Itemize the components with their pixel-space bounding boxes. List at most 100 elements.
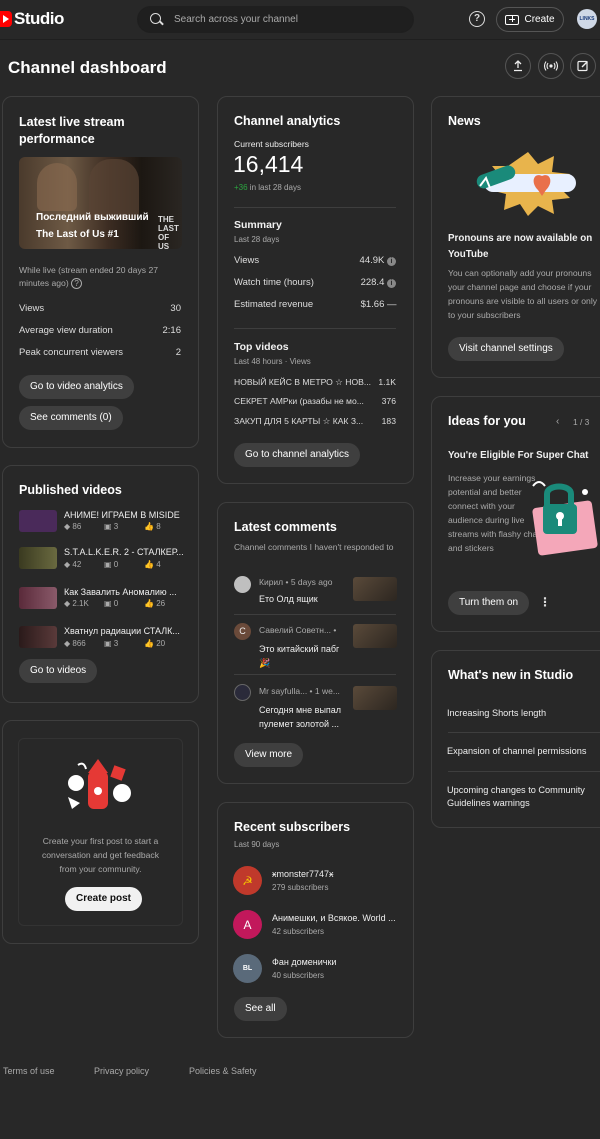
top-video-views: 1.1K [378, 377, 396, 387]
create-post-button[interactable] [570, 53, 596, 79]
go-to-video-analytics-button[interactable]: Go to video analytics [19, 375, 134, 399]
top-video-title: НОВЫЙ КЕЙС В МЕТРО ☆ НОВ... [234, 377, 372, 387]
search-bar[interactable] [137, 6, 414, 33]
top-videos-title: Top videos [234, 341, 289, 353]
top-video-views: 183 [381, 416, 396, 426]
live-icon [543, 61, 559, 71]
latest-comments-subtitle: Channel comments I haven't responded to [234, 542, 394, 552]
youtube-logo-icon [0, 11, 12, 27]
likes-stat: 👍 4 [144, 560, 161, 569]
summary-row[interactable]: Estimated revenue $1.66 — [234, 299, 397, 310]
create-label: Create [524, 14, 555, 25]
video-stats: ◆ 866 ▣ 3 👍 20 [64, 639, 165, 648]
visit-channel-settings-button[interactable]: Visit channel settings [448, 337, 564, 361]
whats-new-item[interactable]: Increasing Shorts length [447, 707, 546, 720]
summary-row[interactable]: Views 44.9K i [234, 255, 396, 266]
subscriber-change: +36 in last 28 days [234, 183, 301, 192]
commenter-avatar [234, 684, 251, 701]
thumbnail-title-ru: Последний выживший [36, 212, 149, 223]
summary-period: Last 28 days [234, 235, 280, 244]
divider [234, 207, 396, 208]
video-title: Хватнул радиации СТАЛК... [64, 626, 180, 636]
chevron-left-icon[interactable]: ‹ [556, 416, 559, 427]
go-live-button[interactable] [538, 53, 564, 79]
character-figure-right [89, 159, 139, 219]
whats-new-item[interactable]: Expansion of channel permissions [447, 745, 586, 758]
subscriber-count-label: 42 subscribers [272, 927, 325, 936]
comments-stat: ▣ 0 [104, 599, 119, 608]
create-post-cta-button[interactable]: Create post [65, 887, 143, 911]
metric-value: 30 [170, 303, 181, 314]
policies-link[interactable]: Policies & Safety [189, 1066, 257, 1076]
video-thumbnail [19, 587, 57, 609]
go-to-videos-button[interactable]: Go to videos [19, 659, 98, 683]
published-videos-title: Published videos [19, 483, 122, 497]
commenter-name: Mr sayfulla... • 1 we... [259, 686, 340, 696]
info-icon: i [387, 257, 396, 266]
page-title: Channel dashboard [8, 58, 167, 77]
subscriber-count-label: 279 subscribers [272, 883, 329, 892]
metric-row: Average view duration 2:16 [19, 325, 181, 336]
subscriber-avatar: A [233, 910, 262, 939]
summary-value-group: 228.4 i [361, 277, 396, 288]
view-count: 42 [72, 560, 82, 569]
video-title: S.T.A.L.K.E.R. 2 - СТАЛКЕР... [64, 547, 184, 557]
metric-value: 2:16 [162, 325, 182, 336]
like-count: 8 [156, 522, 161, 531]
news-headline[interactable]: Pronouns are now available on YouTube [448, 231, 598, 263]
summary-row[interactable]: Watch time (hours) 228.4 i [234, 277, 396, 288]
subscriber-name: Анимешки, и Всякое. World ... [272, 913, 396, 923]
create-post-text: Create your first post to start a conver… [41, 836, 160, 874]
live-stream-thumbnail[interactable]: Последний выживший The Last of Us #1 THE… [19, 157, 182, 249]
view-more-comments-button[interactable]: View more [234, 743, 304, 767]
see-comments-button[interactable]: See comments (0) [19, 406, 123, 430]
terms-link[interactable]: Terms of use [3, 1066, 55, 1076]
summary-label: Views [234, 255, 260, 266]
subscriber-count-label: 40 subscribers [272, 971, 325, 980]
summary-value-group: $1.66 — [361, 299, 397, 310]
latest-comments-title: Latest comments [234, 520, 337, 534]
top-bar: Studio ? Create LINKS LIVE [0, 0, 600, 40]
comment-video-thumbnail [353, 577, 397, 601]
top-video-row[interactable]: НОВЫЙ КЕЙС В МЕТРО ☆ НОВ... 1.1K [234, 377, 396, 388]
privacy-link[interactable]: Privacy policy [94, 1066, 149, 1076]
go-to-channel-analytics-button[interactable]: Go to channel analytics [234, 443, 360, 467]
top-video-row[interactable]: ЗАКУП ДЛЯ 5 КАРТЫ ☆ КАК З... 183 [234, 416, 396, 427]
summary-value: 228.4 [360, 277, 385, 288]
search-icon [148, 12, 174, 27]
character-figure-left [37, 163, 77, 211]
studio-logo[interactable]: Studio [0, 9, 64, 29]
upload-videos-button[interactable] [505, 53, 531, 79]
create-button[interactable]: Create [496, 7, 564, 32]
video-thumbnail [19, 547, 57, 569]
top-video-title: ЗАКУП ДЛЯ 5 КАРТЫ ☆ КАК З... [234, 416, 364, 426]
turn-them-on-button[interactable]: Turn them on [448, 591, 530, 615]
search-input[interactable] [174, 14, 394, 25]
create-video-icon [505, 14, 520, 25]
metric-row: Peak concurrent viewers 2 [19, 347, 181, 358]
commenter-avatar: C [234, 623, 251, 640]
views-stat: ◆ 866 [64, 639, 86, 648]
view-count: 866 [72, 639, 86, 648]
view-count: 86 [72, 522, 82, 531]
summary-value: 44.9K [359, 255, 385, 266]
ideas-headline: You're Eligible For Super Chat [448, 450, 589, 461]
divider [234, 614, 396, 615]
subscriber-change-value: +36 [234, 183, 248, 192]
subscriber-count: 16,414 [233, 151, 304, 177]
whats-new-item[interactable]: Upcoming changes to Community Guidelines… [447, 784, 595, 810]
help-icon[interactable]: ? [469, 11, 485, 27]
summary-value-group: 44.9K i [360, 255, 396, 266]
more-options-icon[interactable]: ⋮ [539, 595, 551, 609]
likes-stat: 👍 26 [144, 599, 166, 608]
metric-label: Views [19, 303, 45, 314]
top-video-row[interactable]: СЕКРЕТ АМРки (разабы не мо... 376 [234, 396, 396, 406]
help-circle-icon[interactable]: ? [71, 278, 83, 290]
account-avatar[interactable]: LINKS LIVE [577, 9, 597, 29]
see-all-subscribers-button[interactable]: See all [234, 997, 287, 1021]
metric-row: Views 30 [19, 303, 181, 314]
summary-label: Estimated revenue [234, 299, 314, 310]
summary-title: Summary [234, 219, 282, 231]
likes-stat: 👍 20 [144, 639, 166, 648]
game-logo: THE LAST OF US [158, 215, 179, 249]
